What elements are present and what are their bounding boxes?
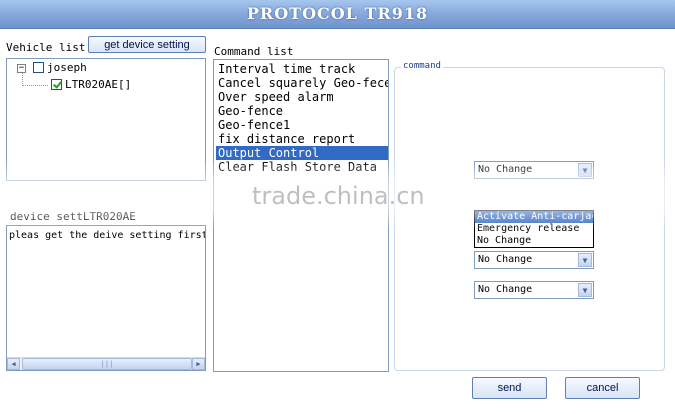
command-list-item[interactable]: Over speed alarm bbox=[216, 90, 388, 104]
command-list-item[interactable]: Geo-fence bbox=[216, 104, 388, 118]
command-dropdown-list[interactable]: Activate Anti-carjack Emergency release … bbox=[474, 210, 594, 248]
dropdown-option[interactable]: Activate Anti-carjack bbox=[475, 211, 593, 223]
dropdown-option[interactable]: Emergency release bbox=[475, 223, 593, 235]
vehicle-list-label: Vehicle list bbox=[6, 41, 86, 54]
device-setting-text: pleas get the deive setting first bbox=[9, 230, 206, 241]
vehicle-tree[interactable]: − joseph LTR020AE[] bbox=[6, 58, 206, 181]
command-select-3[interactable]: No Change ▼ bbox=[474, 251, 594, 269]
dropdown-arrow-icon[interactable]: ▼ bbox=[578, 163, 592, 177]
command-list-item[interactable]: Cancel squarely Geo-fece bbox=[216, 76, 388, 90]
tree-node-label: joseph bbox=[47, 61, 87, 74]
command-list-item[interactable]: Geo-fence1 bbox=[216, 118, 388, 132]
command-list-label: Command list bbox=[214, 45, 294, 58]
scroll-thumb[interactable]: ||| bbox=[22, 358, 192, 370]
dropdown-arrow-icon[interactable]: ▼ bbox=[578, 283, 592, 297]
tree-node-joseph[interactable]: − joseph bbox=[15, 61, 165, 75]
command-list-item[interactable]: Clear Flash Store Data bbox=[216, 160, 388, 174]
dialog-body: Vehicle list get device setting − joseph… bbox=[0, 29, 675, 414]
dropdown-arrow-icon[interactable]: ▼ bbox=[578, 253, 592, 267]
window-title: PROTOCOL TR918 bbox=[246, 4, 429, 23]
command-legend: command bbox=[401, 61, 443, 71]
command-list-item[interactable]: Output Control bbox=[216, 146, 388, 160]
tree-node-ltr020ae[interactable]: LTR020AE[] bbox=[45, 78, 195, 92]
horizontal-scrollbar[interactable]: ◀ ||| ▶ bbox=[7, 357, 205, 370]
device-setting-label: device settLTR020AE bbox=[10, 210, 136, 223]
scroll-left-icon[interactable]: ◀ bbox=[7, 358, 20, 370]
command-list-item[interactable]: fix distance report bbox=[216, 132, 388, 146]
get-device-setting-button[interactable]: get device setting bbox=[88, 36, 206, 53]
select-value: No Change bbox=[478, 284, 533, 295]
collapse-icon[interactable]: − bbox=[17, 64, 26, 73]
command-list[interactable]: Interval time track Cancel squarely Geo-f… bbox=[213, 59, 389, 372]
select-value: No Change bbox=[478, 254, 533, 265]
checkbox-joseph[interactable] bbox=[33, 62, 44, 73]
command-select-4[interactable]: No Change ▼ bbox=[474, 281, 594, 299]
tree-node-label: LTR020AE[] bbox=[65, 78, 132, 91]
send-button[interactable]: send bbox=[472, 377, 547, 399]
dropdown-option[interactable]: No Change bbox=[475, 235, 593, 247]
device-setting-textarea[interactable]: pleas get the deive setting first ◀ ||| … bbox=[6, 225, 206, 371]
command-list-item[interactable]: Interval time track bbox=[216, 62, 388, 76]
cancel-button[interactable]: cancel bbox=[565, 377, 640, 399]
scroll-right-icon[interactable]: ▶ bbox=[192, 358, 205, 370]
command-select-1[interactable]: No Change ▼ bbox=[474, 161, 594, 179]
checkbox-ltr020ae[interactable] bbox=[51, 79, 62, 90]
title-bar: PROTOCOL TR918 bbox=[0, 0, 675, 29]
select-value: No Change bbox=[478, 164, 533, 175]
